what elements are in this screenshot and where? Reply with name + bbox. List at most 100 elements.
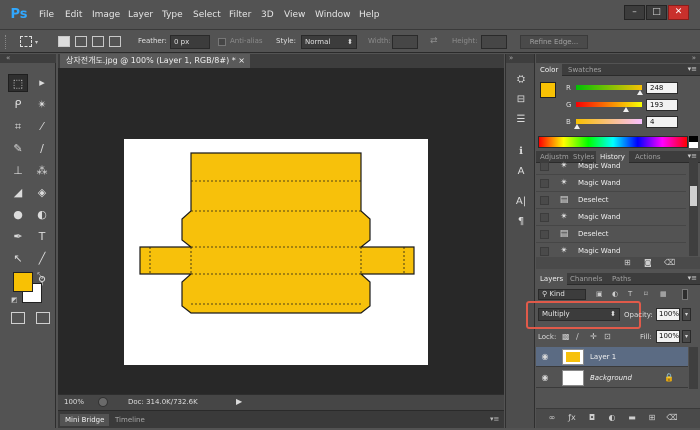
- fill-input[interactable]: 100%: [656, 330, 680, 343]
- default-colors-icon[interactable]: ◩: [11, 296, 18, 304]
- history-panel-menu-icon[interactable]: ▾≡: [688, 152, 697, 160]
- intersect-selection-icon[interactable]: [109, 36, 121, 47]
- path-selection-tool[interactable]: ↖: [8, 250, 28, 268]
- layer-row-layer-1[interactable]: ◉ Layer 1: [536, 347, 688, 367]
- filter-pixel-icon[interactable]: ▣: [596, 290, 603, 298]
- blur-tool[interactable]: ●: [8, 206, 28, 224]
- filter-type-icon[interactable]: T: [628, 290, 632, 298]
- magic-wand-tool[interactable]: ✴: [32, 96, 52, 114]
- character-style-icon[interactable]: A|: [513, 194, 529, 210]
- clone-source-icon[interactable]: ⊟: [513, 92, 529, 108]
- history-item[interactable]: ✴ Magic Wand: [536, 243, 686, 257]
- opacity-input[interactable]: 100%: [656, 308, 680, 321]
- eye-icon[interactable]: ◉: [540, 352, 550, 362]
- subtract-selection-icon[interactable]: [92, 36, 104, 47]
- layer-filter-select[interactable]: ⚲ Kind: [538, 289, 586, 300]
- maximize-button[interactable]: □: [646, 5, 667, 20]
- tab-channels[interactable]: Channels: [566, 273, 606, 285]
- history-brush-source-checkbox[interactable]: [540, 213, 549, 222]
- eye-icon[interactable]: ◉: [540, 373, 550, 383]
- green-slider-thumb[interactable]: [622, 107, 629, 112]
- eyedropper-tool[interactable]: ⁄: [32, 118, 52, 136]
- opacity-dropdown-icon[interactable]: ▾: [682, 308, 691, 321]
- antialias-checkbox[interactable]: [218, 38, 226, 46]
- dodge-tool[interactable]: ◐: [32, 206, 52, 224]
- red-slider[interactable]: [576, 85, 642, 90]
- layer-style-fx-icon[interactable]: ƒx: [566, 412, 578, 424]
- menu-image[interactable]: Image: [92, 8, 120, 22]
- green-slider[interactable]: [576, 102, 642, 107]
- feather-input[interactable]: 0 px: [170, 35, 210, 49]
- tab-layers[interactable]: Layers: [536, 273, 568, 285]
- snapshot-camera-icon[interactable]: ◙: [644, 258, 652, 267]
- height-input[interactable]: [481, 35, 507, 49]
- menu-select[interactable]: Select: [193, 8, 221, 22]
- lock-position-icon[interactable]: ✛: [590, 332, 597, 341]
- menu-layer[interactable]: Layer: [128, 8, 153, 22]
- history-brush-source-checkbox[interactable]: [540, 230, 549, 239]
- refine-edge-button[interactable]: Refine Edge...: [520, 35, 588, 49]
- fill-dropdown-icon[interactable]: ▾: [682, 330, 691, 343]
- line-tool[interactable]: ╱: [32, 250, 52, 268]
- blend-mode-select[interactable]: Multiply ⬍: [538, 308, 620, 321]
- white-swatch[interactable]: [689, 142, 698, 148]
- lasso-tool[interactable]: ᑭ: [8, 96, 28, 114]
- healing-brush-tool[interactable]: ✎: [8, 140, 28, 158]
- trash-icon[interactable]: ⌫: [664, 258, 675, 267]
- swap-colors-icon[interactable]: ⤡: [37, 271, 43, 281]
- history-brush-tool[interactable]: ⁂: [32, 162, 52, 180]
- link-layers-icon[interactable]: ∞: [546, 412, 558, 424]
- filter-adjustment-icon[interactable]: ◐: [612, 290, 618, 298]
- tab-swatches[interactable]: Swatches: [564, 64, 605, 76]
- adjustment-layer-icon[interactable]: ◐: [606, 412, 618, 424]
- history-item[interactable]: ✴ Magic Wand: [536, 158, 686, 175]
- close-button[interactable]: ✕: [668, 5, 689, 20]
- swap-icon[interactable]: ⇄: [430, 36, 438, 46]
- tab-paths[interactable]: Paths: [608, 273, 635, 285]
- paragraph-icon[interactable]: ¶: [513, 214, 529, 230]
- filter-smart-object-icon[interactable]: ▦: [660, 290, 667, 298]
- menu-type[interactable]: Type: [162, 8, 183, 22]
- screen-mode-icon[interactable]: [36, 312, 50, 324]
- document-info-icon[interactable]: [98, 397, 108, 407]
- menu-window[interactable]: Window: [315, 8, 351, 22]
- paint-bucket-tool[interactable]: ◈: [32, 184, 52, 202]
- character-panel-icon[interactable]: A: [513, 164, 529, 180]
- style-select[interactable]: Normal ⬍: [301, 35, 357, 49]
- history-scroll-thumb[interactable]: [690, 186, 697, 206]
- blue-slider[interactable]: [576, 119, 642, 124]
- close-tab-icon[interactable]: ×: [238, 54, 245, 68]
- canvas[interactable]: [124, 139, 428, 365]
- tab-timeline[interactable]: Timeline: [110, 414, 150, 426]
- history-brush-source-checkbox[interactable]: [540, 179, 549, 188]
- history-item[interactable]: ✴ Magic Wand: [536, 175, 686, 192]
- menu-filter[interactable]: Filter: [229, 8, 251, 22]
- history-item[interactable]: ▤ Deselect: [536, 192, 686, 209]
- quick-mask-icon[interactable]: [11, 312, 25, 324]
- menu-3d[interactable]: 3D: [261, 8, 274, 22]
- history-brush-source-checkbox[interactable]: [540, 247, 549, 256]
- filter-toggle[interactable]: [682, 289, 688, 300]
- tools-panel-header[interactable]: «: [0, 54, 56, 63]
- new-layer-icon[interactable]: ⊞: [646, 412, 658, 424]
- brush-presets-icon[interactable]: ☰: [513, 112, 529, 128]
- history-brush-source-checkbox[interactable]: [540, 162, 549, 171]
- lock-pixels-icon[interactable]: ∕: [576, 332, 579, 341]
- blue-slider-thumb[interactable]: [574, 124, 581, 129]
- history-brush-source-checkbox[interactable]: [540, 196, 549, 205]
- add-selection-icon[interactable]: [75, 36, 87, 47]
- panels-collapse-icon[interactable]: »: [536, 54, 700, 63]
- zoom-level[interactable]: 100%: [64, 398, 84, 406]
- color-foreground-swatch[interactable]: [540, 82, 556, 98]
- delete-layer-icon[interactable]: ⌫: [666, 412, 678, 424]
- panel-menu-icon[interactable]: ▾≡: [490, 415, 499, 423]
- crop-tool[interactable]: ⌗: [8, 118, 28, 136]
- filter-shape-icon[interactable]: ⌑: [644, 290, 648, 298]
- green-value-input[interactable]: 193: [646, 99, 678, 111]
- move-tool[interactable]: ▸: [32, 74, 52, 92]
- marquee-tool-preset-icon[interactable]: [20, 36, 32, 47]
- layers-scrollbar[interactable]: [689, 347, 698, 389]
- red-value-input[interactable]: 248: [646, 82, 678, 94]
- type-tool[interactable]: T: [32, 228, 52, 246]
- menu-view[interactable]: View: [284, 8, 305, 22]
